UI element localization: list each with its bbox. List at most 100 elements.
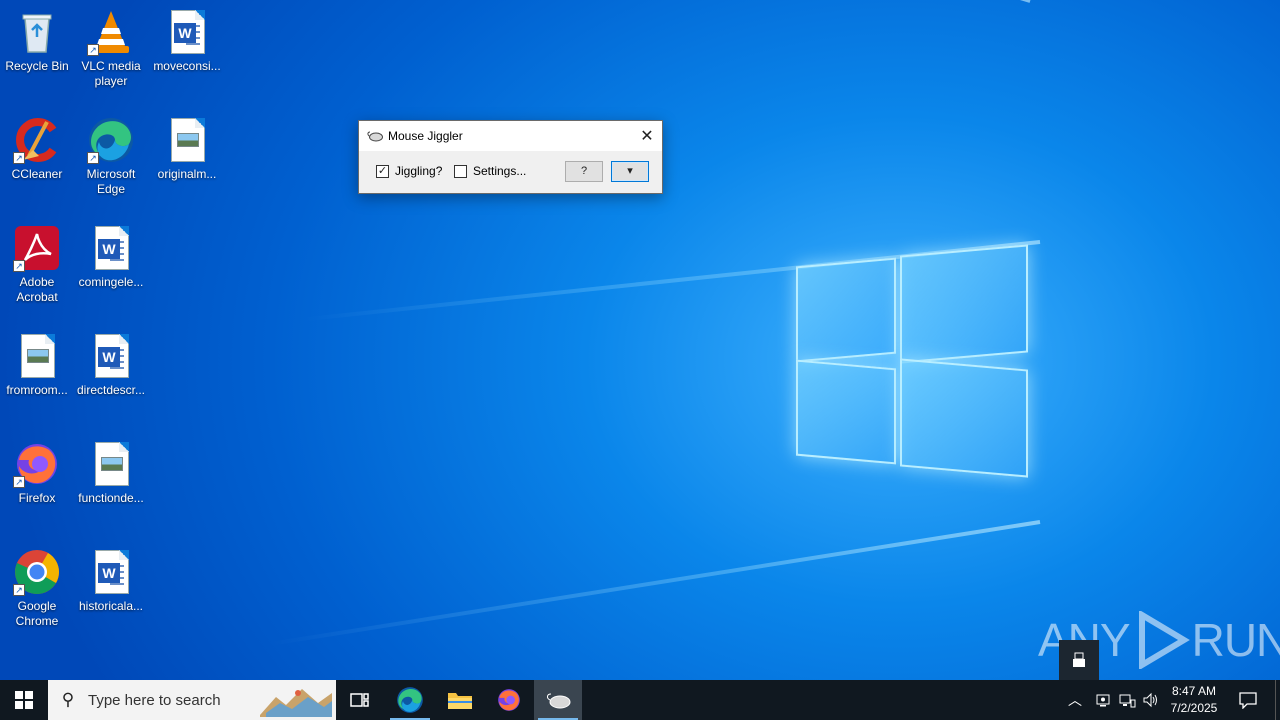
icon-label: CCleaner bbox=[11, 167, 63, 181]
tray-icon-volume[interactable] bbox=[1142, 680, 1160, 720]
icon-label: comingele... bbox=[78, 275, 144, 289]
usb-device-icon[interactable] bbox=[1059, 640, 1099, 680]
shortcut-arrow-icon: ↗ bbox=[13, 260, 25, 272]
desktop: Recycle Bin ↗ CCleaner ↗ Adobe Acrobat f… bbox=[0, 0, 1280, 680]
action-center-button[interactable] bbox=[1228, 680, 1268, 720]
icon-label: originalm... bbox=[157, 167, 217, 181]
image-file-icon bbox=[163, 116, 211, 164]
clock-time: 8:47 AM bbox=[1171, 684, 1217, 698]
shortcut-arrow-icon: ↗ bbox=[13, 152, 25, 164]
taskbar-clock[interactable]: 8:47 AM 7/2/2025 bbox=[1164, 683, 1224, 717]
mouse-jiggler-window: Mouse Jiggler ✕ ✓ Jiggling? Settings... … bbox=[358, 120, 663, 194]
watermark-right-text: RUN bbox=[1191, 614, 1280, 666]
light-beam bbox=[188, 0, 1031, 3]
search-input[interactable]: ⚲ Type here to search bbox=[48, 680, 336, 720]
task-view-icon bbox=[350, 693, 369, 707]
desktop-icon-google-chrome[interactable]: ↗ Google Chrome bbox=[0, 548, 74, 629]
icon-label: fromroom... bbox=[6, 383, 68, 397]
notification-icon bbox=[1239, 692, 1257, 709]
window-body: ✓ Jiggling? Settings... ? ▾ bbox=[359, 151, 662, 193]
file-explorer-icon bbox=[448, 693, 472, 709]
desktop-icon-comingele[interactable]: W comingele... bbox=[74, 224, 148, 290]
task-view-button[interactable] bbox=[336, 680, 384, 720]
edge-icon bbox=[397, 687, 423, 713]
close-button[interactable]: ✕ bbox=[632, 121, 662, 151]
desktop-icon-firefox[interactable]: ↗ Firefox bbox=[0, 440, 74, 506]
desktop-icon-vlc[interactable]: ↗ VLC media player bbox=[74, 8, 148, 89]
light-beam bbox=[269, 520, 1041, 646]
icon-label: VLC media player bbox=[81, 59, 141, 88]
play-logo-icon bbox=[1138, 611, 1190, 669]
acrobat-icon: ↗ bbox=[13, 224, 61, 272]
taskbar-firefox[interactable] bbox=[485, 680, 533, 720]
shortcut-arrow-icon: ↗ bbox=[13, 476, 25, 488]
checkbox-checked-icon: ✓ bbox=[376, 164, 389, 178]
expand-button[interactable]: ▾ bbox=[611, 161, 649, 182]
clock-date: 7/2/2025 bbox=[1170, 701, 1218, 715]
tray-icon-network[interactable] bbox=[1118, 680, 1136, 720]
word-doc-icon: W bbox=[87, 332, 135, 380]
icon-label: Google Chrome bbox=[15, 599, 59, 628]
window-title: Mouse Jiggler bbox=[388, 129, 463, 143]
icon-label: moveconsi... bbox=[153, 59, 221, 73]
shortcut-arrow-icon: ↗ bbox=[87, 44, 99, 56]
mouse-jiggler-icon bbox=[547, 693, 571, 709]
desktop-icon-ccleaner[interactable]: ↗ CCleaner bbox=[0, 116, 74, 182]
icon-label: Microsoft Edge bbox=[86, 167, 136, 196]
chevron-up-icon: ︿ bbox=[1068, 692, 1082, 708]
settings-checkbox[interactable]: Settings... bbox=[454, 164, 526, 178]
firefox-icon bbox=[498, 689, 520, 711]
icon-label: functionde... bbox=[78, 491, 144, 505]
word-doc-icon: W bbox=[163, 8, 211, 56]
desktop-icon-historicala[interactable]: W historicala... bbox=[74, 548, 148, 614]
desktop-icon-fromroom[interactable]: fromroom... bbox=[0, 332, 74, 398]
windows-start-icon bbox=[15, 691, 33, 709]
recycle-bin-icon bbox=[13, 8, 61, 56]
icon-label: Adobe Acrobat bbox=[16, 275, 58, 304]
desktop-icon-originalm[interactable]: originalm... bbox=[150, 116, 224, 182]
volume-icon bbox=[1143, 692, 1157, 708]
desktop-icon-microsoft-edge[interactable]: ↗ Microsoft Edge bbox=[74, 116, 148, 197]
settings-label: Settings... bbox=[473, 164, 527, 178]
image-file-icon bbox=[87, 440, 135, 488]
jiggling-checkbox[interactable]: ✓ Jiggling? bbox=[376, 164, 442, 178]
help-button[interactable]: ? bbox=[565, 161, 603, 182]
search-highlight-illustration bbox=[260, 689, 332, 717]
icon-label: Recycle Bin bbox=[5, 59, 69, 73]
show-hidden-icons-button[interactable]: ︿ bbox=[1068, 680, 1082, 720]
taskbar-edge[interactable] bbox=[386, 680, 434, 720]
ccleaner-icon: ↗ bbox=[13, 116, 61, 164]
taskbar-file-explorer[interactable] bbox=[436, 680, 484, 720]
defender-shield-icon bbox=[1096, 694, 1110, 707]
taskbar: ⚲ Type here to search ︿ 8:47 AM 7/2/2025 bbox=[0, 680, 1280, 720]
close-icon: ✕ bbox=[640, 128, 654, 145]
windows-logo-wallpaper bbox=[796, 242, 1030, 480]
checkbox-unchecked-icon bbox=[454, 164, 467, 178]
chrome-icon: ↗ bbox=[13, 548, 61, 596]
start-button[interactable] bbox=[0, 680, 48, 720]
network-icon bbox=[1119, 694, 1136, 708]
show-desktop-button[interactable] bbox=[1275, 680, 1280, 720]
vlc-icon: ↗ bbox=[87, 8, 135, 56]
jiggling-label: Jiggling? bbox=[395, 164, 443, 178]
window-titlebar[interactable]: Mouse Jiggler bbox=[359, 121, 662, 151]
icon-label: Firefox bbox=[18, 491, 56, 505]
icon-label: historicala... bbox=[78, 599, 144, 613]
tray-icon-security[interactable] bbox=[1095, 680, 1111, 720]
icon-label: directdescr... bbox=[76, 383, 146, 397]
image-file-icon bbox=[13, 332, 61, 380]
desktop-icon-recycle-bin[interactable]: Recycle Bin bbox=[0, 8, 74, 74]
search-placeholder: Type here to search bbox=[88, 691, 221, 709]
desktop-icon-moveconsi[interactable]: W moveconsi... bbox=[150, 8, 224, 74]
word-doc-icon: W bbox=[87, 224, 135, 272]
firefox-icon: ↗ bbox=[13, 440, 61, 488]
shortcut-arrow-icon: ↗ bbox=[13, 584, 25, 596]
taskbar-mouse-jiggler[interactable] bbox=[534, 680, 582, 720]
desktop-icon-adobe-acrobat[interactable]: ↗ Adobe Acrobat bbox=[0, 224, 74, 305]
desktop-icon-directdescr[interactable]: W directdescr... bbox=[74, 332, 148, 398]
search-icon: ⚲ bbox=[61, 690, 75, 709]
edge-icon: ↗ bbox=[87, 116, 135, 164]
word-doc-icon: W bbox=[87, 548, 135, 596]
desktop-icon-functionde[interactable]: functionde... bbox=[74, 440, 148, 506]
shortcut-arrow-icon: ↗ bbox=[87, 152, 99, 164]
